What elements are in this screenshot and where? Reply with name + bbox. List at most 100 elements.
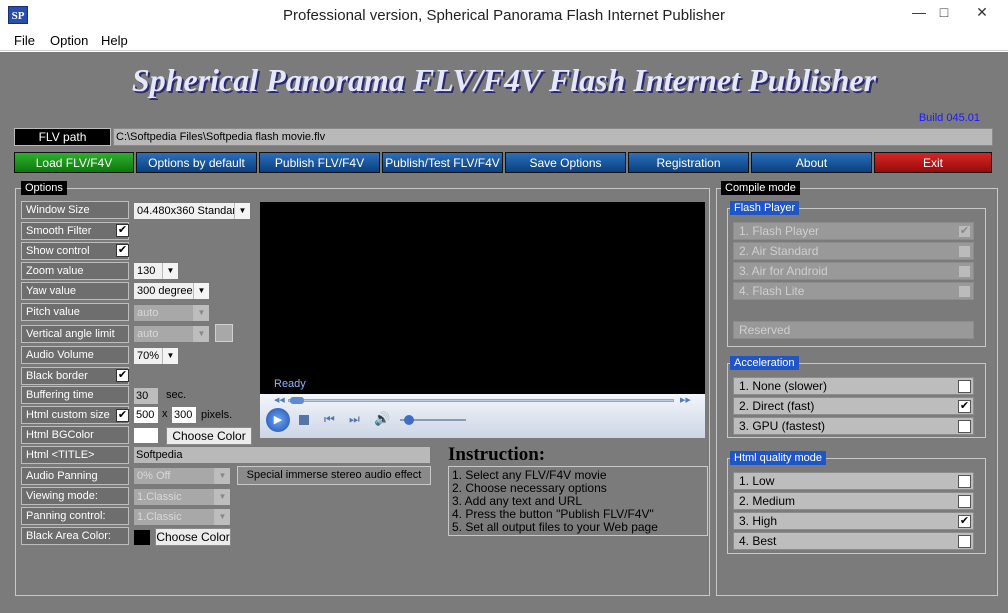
accel-none-option[interactable]: 1. None (slower): [733, 377, 974, 395]
accel-direct-option[interactable]: 2. Direct (fast) ✔: [733, 397, 974, 415]
flash-lite-option[interactable]: 4. Flash Lite: [733, 282, 974, 300]
html-bgcolor-button[interactable]: Choose Color: [166, 427, 252, 445]
quality-best-option-checkbox[interactable]: [958, 535, 971, 548]
vertical-angle-swatch[interactable]: [215, 324, 233, 342]
volume-icon[interactable]: 🔊: [374, 411, 390, 427]
pitch-value: auto: [137, 307, 159, 319]
show-control-checkbox[interactable]: ✔: [116, 244, 129, 257]
seek-bar[interactable]: [288, 399, 674, 402]
quality-low-option-label: 1. Low: [739, 474, 775, 488]
html-size-checkbox[interactable]: ✔: [116, 409, 129, 422]
forward-small-icon: ▶▶: [680, 397, 691, 404]
close-window-button[interactable]: ✕: [958, 2, 1006, 24]
yaw-select[interactable]: 300 degrees ▼: [133, 282, 210, 300]
accel-gpu-option-checkbox[interactable]: [958, 420, 971, 433]
minimize-button[interactable]: —: [904, 2, 934, 24]
black-border-checkbox[interactable]: ✔: [116, 369, 129, 382]
chevron-down-icon: ▼: [162, 263, 178, 279]
registration-button[interactable]: Registration: [628, 152, 749, 173]
flv-path-label: FLV path: [14, 128, 111, 146]
viewing-mode-value: 1.Classic: [137, 491, 182, 503]
instruction-line: 5. Set all output files to your Web page: [452, 520, 658, 534]
quality-medium-option-checkbox[interactable]: [958, 495, 971, 508]
accel-gpu-option-label: 3. GPU (fastest): [739, 419, 826, 433]
html-width-input[interactable]: 500: [133, 406, 159, 424]
pitch-select[interactable]: auto ▼: [133, 304, 210, 322]
reserved-field: Reserved: [733, 321, 974, 339]
instruction-line: 1. Select any FLV/F4V movie: [452, 468, 607, 482]
accel-gpu-option[interactable]: 3. GPU (fastest): [733, 417, 974, 435]
chevron-down-icon: ▼: [214, 489, 230, 505]
quality-low-option-checkbox[interactable]: [958, 475, 971, 488]
previous-icon[interactable]: ⏮: [324, 412, 335, 427]
quality-best-option[interactable]: 4. Best: [733, 532, 974, 550]
save-options-button[interactable]: Save Options: [505, 152, 626, 173]
accel-none-option-checkbox[interactable]: [958, 380, 971, 393]
chevron-down-icon: ▼: [214, 468, 230, 484]
menu-help[interactable]: Help: [101, 33, 128, 48]
play-icon[interactable]: ▶: [266, 408, 290, 432]
flash-lite-option-checkbox[interactable]: [958, 285, 971, 298]
quality-medium-option-label: 2. Medium: [739, 494, 796, 508]
air-standard-option-checkbox[interactable]: [958, 245, 971, 258]
quality-high-option-checkbox[interactable]: ✔: [958, 515, 971, 528]
panning-control-select[interactable]: 1.Classic ▼: [133, 508, 231, 526]
chevron-down-icon: ▼: [193, 283, 209, 299]
flash-player-option[interactable]: 1. Flash Player ✔: [733, 222, 974, 240]
buffering-unit: sec.: [166, 389, 187, 401]
volume-thumb[interactable]: [404, 415, 414, 425]
quality-best-option-label: 4. Best: [739, 534, 777, 548]
stop-icon[interactable]: [299, 415, 309, 425]
chevron-down-icon: ▼: [193, 305, 209, 321]
viewing-mode-select[interactable]: 1.Classic ▼: [133, 488, 231, 506]
vertical-angle-select[interactable]: auto ▼: [133, 325, 210, 343]
smooth-filter-label: Smooth Filter: [21, 222, 129, 240]
compile-mode-label: Compile mode: [721, 181, 800, 195]
menu-option[interactable]: Option: [50, 33, 88, 48]
options-group-label: Options: [21, 181, 67, 195]
html-size-x: x: [162, 408, 168, 420]
options-default-button[interactable]: Options by default: [136, 152, 257, 173]
black-area-button[interactable]: Choose Color: [155, 528, 231, 546]
black-area-swatch[interactable]: [133, 529, 151, 546]
html-size-unit: pixels.: [201, 409, 233, 421]
video-preview[interactable]: Ready: [260, 202, 705, 394]
html-size-label: Html custom size: [21, 406, 129, 424]
zoom-select[interactable]: 130 ▼: [133, 262, 179, 280]
accel-direct-option-checkbox[interactable]: ✔: [958, 400, 971, 413]
publish-flv-button[interactable]: Publish FLV/F4V: [259, 152, 380, 173]
html-height-input[interactable]: 300: [171, 406, 197, 424]
instruction-line: 3. Add any text and URL: [452, 494, 583, 508]
flv-path-field[interactable]: C:\Softpedia Files\Softpedia flash movie…: [113, 128, 993, 146]
smooth-filter-checkbox[interactable]: ✔: [116, 224, 129, 237]
html-title-input[interactable]: Softpedia: [133, 446, 431, 464]
load-flv-button[interactable]: Load FLV/F4V: [14, 152, 134, 173]
quality-high-option[interactable]: 3. High ✔: [733, 512, 974, 530]
audio-panning-select[interactable]: 0% Off ▼: [133, 467, 231, 485]
next-icon[interactable]: ⏭: [349, 412, 360, 427]
html-bgcolor-label: Html BGColor: [21, 426, 129, 444]
buffering-input[interactable]: 30: [133, 387, 159, 405]
publish-test-button[interactable]: Publish/Test FLV/F4V: [382, 152, 503, 173]
air-standard-option[interactable]: 2. Air Standard: [733, 242, 974, 260]
window-size-value: 04.480x360 Standard: [137, 205, 243, 217]
quality-low-option[interactable]: 1. Low: [733, 472, 974, 490]
flash-player-option-checkbox[interactable]: ✔: [958, 225, 971, 238]
air-android-option-checkbox[interactable]: [958, 265, 971, 278]
chevron-down-icon: ▼: [214, 509, 230, 525]
panning-control-label: Panning control:: [21, 507, 129, 525]
html-bgcolor-swatch[interactable]: [133, 427, 159, 444]
audio-volume-select[interactable]: 70% ▼: [133, 347, 179, 365]
air-android-option[interactable]: 3. Air for Android: [733, 262, 974, 280]
black-area-label: Black Area Color:: [21, 527, 129, 545]
window-size-select[interactable]: 04.480x360 Standard ▼: [133, 202, 251, 220]
quality-high-option-label: 3. High: [739, 514, 778, 528]
zoom-value: 130: [137, 265, 156, 277]
menu-file[interactable]: File: [14, 33, 35, 48]
exit-button[interactable]: Exit: [874, 152, 992, 173]
flash-player-label: Flash Player: [730, 201, 800, 215]
seek-thumb[interactable]: [290, 397, 304, 404]
quality-medium-option[interactable]: 2. Medium: [733, 492, 974, 510]
about-button[interactable]: About: [751, 152, 872, 173]
maximize-button[interactable]: □: [934, 2, 954, 24]
